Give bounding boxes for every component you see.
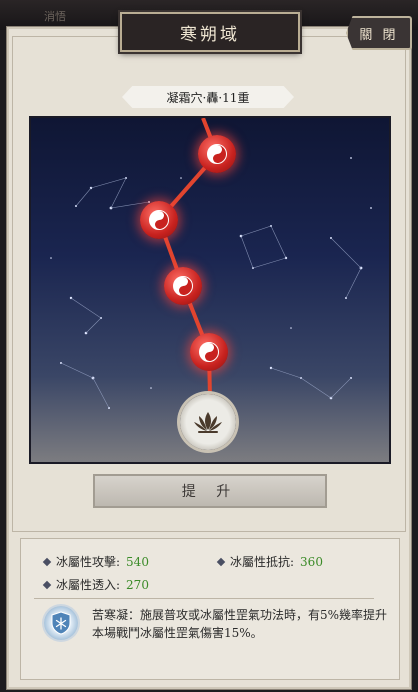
- yin-yang-icon: [173, 276, 193, 296]
- close-button-label: 關 閉: [359, 27, 399, 43]
- acupoint-node-3[interactable]: [164, 267, 202, 305]
- diamond-bullet-icon: [42, 580, 52, 589]
- yin-yang-icon: [207, 144, 227, 164]
- close-button[interactable]: 關 閉: [346, 16, 412, 50]
- upgrade-button[interactable]: 提 升: [93, 474, 327, 508]
- stat-ice-resist: 冰屬性抵抗: 360: [216, 553, 323, 570]
- stat-ice-attack: 冰屬性攻擊: 540: [42, 553, 149, 570]
- snowflake-shield-icon: [51, 611, 71, 635]
- background-tab-label: 消悟: [44, 10, 66, 23]
- stat-value: 270: [126, 577, 149, 592]
- acupoint-level-banner: 凝霜穴·轟·11重: [122, 86, 294, 108]
- upgrade-button-label: 提 升: [181, 484, 239, 500]
- stat-ice-penetration: 冰屬性透入: 270: [42, 576, 149, 593]
- skill-icon[interactable]: [44, 606, 78, 640]
- stats-divider: [34, 598, 374, 599]
- acupoint-level-text: 凝霜穴·轟·11重: [166, 90, 250, 105]
- stat-value: 540: [126, 554, 149, 569]
- diamond-bullet-icon: [216, 557, 226, 566]
- lotus-node[interactable]: [180, 394, 236, 450]
- dialog-title-text: 寒朔域: [180, 24, 240, 45]
- skill-description: 苦寒凝：施展普攻或冰屬性罡氣功法時，有5%幾率提升本場戰鬥冰屬性罡氣傷害15%。: [92, 608, 388, 640]
- stat-label: 冰屬性抵抗:: [230, 555, 295, 569]
- acupoint-node-2[interactable]: [140, 201, 178, 239]
- lotus-icon: [194, 412, 222, 433]
- stat-value: 360: [300, 554, 323, 569]
- dialog-title: 寒朔域: [120, 12, 300, 52]
- acupoint-node-4[interactable]: [190, 333, 228, 371]
- yin-yang-icon: [149, 210, 169, 230]
- stat-label: 冰屬性透入:: [56, 578, 121, 592]
- acupoint-node-1[interactable]: [198, 135, 236, 173]
- stat-label: 冰屬性攻擊:: [56, 555, 121, 569]
- yin-yang-icon: [199, 342, 219, 362]
- diamond-bullet-icon: [42, 557, 52, 566]
